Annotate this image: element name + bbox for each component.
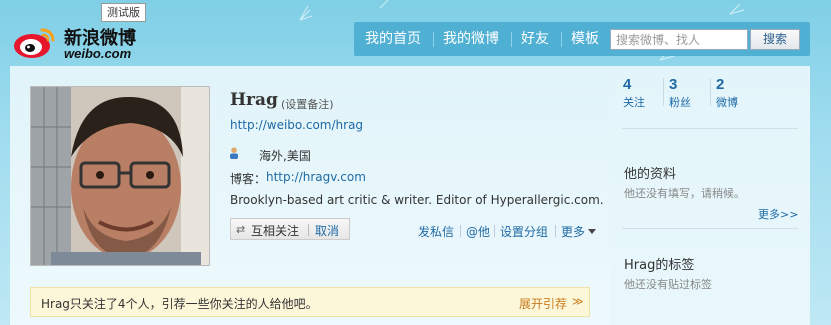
followers-count[interactable]: 3 粉丝 xyxy=(669,76,691,110)
more-actions-dropdown[interactable]: 更多 xyxy=(561,223,585,240)
tags-note: 他还没有贴过标签 xyxy=(624,278,712,291)
action-separator xyxy=(494,225,495,237)
set-remark-link[interactable]: (设置备注) xyxy=(281,96,334,112)
mutual-follow-label: 互相关注 xyxy=(251,224,300,238)
profile-location: 海外,美国 xyxy=(259,149,311,163)
following-count-label: 关注 xyxy=(623,96,645,109)
stat-separator xyxy=(663,78,664,106)
follow-separator xyxy=(308,224,309,236)
search-button[interactable]: 搜索 xyxy=(750,29,800,50)
nav-separator xyxy=(511,32,512,47)
action-separator xyxy=(555,225,556,237)
person-icon xyxy=(230,147,238,159)
nav-my-home[interactable]: 我的首页 xyxy=(365,22,421,56)
mention-link[interactable]: @他 xyxy=(466,223,490,240)
following-count[interactable]: 4 关注 xyxy=(623,76,645,110)
stat-separator xyxy=(710,78,711,106)
nav-separator xyxy=(561,32,562,47)
avatar-portrait-image xyxy=(31,87,209,265)
following-count-value: 4 xyxy=(623,76,632,93)
profile-info-note: 他还没有填写，请稍候。 xyxy=(624,187,745,200)
more-info-link[interactable]: 更多>> xyxy=(758,206,798,222)
profile-info-title: 他的资料 xyxy=(624,167,677,182)
chevron-down-icon xyxy=(588,229,596,234)
weibo-count[interactable]: 2 微博 xyxy=(716,76,738,110)
recommend-text: Hrag只关注了4个人，引荐一些你关注的人给他吧。 xyxy=(41,297,318,311)
search-input[interactable] xyxy=(610,29,748,50)
beta-badge: 测试版 xyxy=(101,3,146,22)
follow-status-box: ⇄ 互相关注 取消 xyxy=(230,218,350,240)
nav-friends[interactable]: 好友 xyxy=(521,22,549,56)
double-chevron-down-icon: ≫ xyxy=(572,295,584,308)
blog-link[interactable]: http://hragv.com xyxy=(266,170,366,184)
weibo-eye-logo-icon xyxy=(14,28,55,58)
profile-bio: Brooklyn-based art critic & writer. Edit… xyxy=(230,193,604,207)
divider xyxy=(622,128,798,129)
unfollow-button[interactable]: 取消 xyxy=(315,222,339,239)
recommend-bar: Hrag只关注了4个人，引荐一些你关注的人给他吧。 展开引荐 ≫ xyxy=(30,287,590,317)
nav-separator xyxy=(433,32,434,47)
followers-count-value: 3 xyxy=(669,76,678,93)
profile-panel: Hrag (设置备注) http://weibo.com/hrag 海外,美国 … xyxy=(10,66,610,325)
profile-name: Hrag xyxy=(230,90,278,110)
weibo-count-label: 微博 xyxy=(716,96,738,109)
set-group-link[interactable]: 设置分组 xyxy=(500,223,548,240)
tags-title: Hrag的标签 xyxy=(624,258,695,273)
weibo-count-value: 2 xyxy=(716,76,725,93)
logo-english-text: weibo.com xyxy=(64,46,132,61)
top-navigation: 我的首页 我的微博 好友 模板 搜索 xyxy=(354,22,810,56)
nav-my-weibo[interactable]: 我的微博 xyxy=(443,22,499,56)
divider xyxy=(622,228,798,229)
blog-label: 博客： xyxy=(230,172,267,186)
profile-url-link[interactable]: http://weibo.com/hrag xyxy=(230,118,363,132)
mutual-follow-icon: ⇄ xyxy=(236,223,246,236)
profile-avatar[interactable] xyxy=(30,86,210,266)
send-message-link[interactable]: 发私信 xyxy=(418,223,454,240)
expand-recommend-link[interactable]: 展开引荐 xyxy=(519,295,567,312)
nav-templates[interactable]: 模板 xyxy=(571,22,599,56)
profile-sidebar: 4 关注 3 粉丝 2 微博 他的资料 他还没有填写，请稍候。 更多>> Hra… xyxy=(610,66,810,325)
action-separator xyxy=(460,225,461,237)
followers-count-label: 粉丝 xyxy=(669,96,691,109)
